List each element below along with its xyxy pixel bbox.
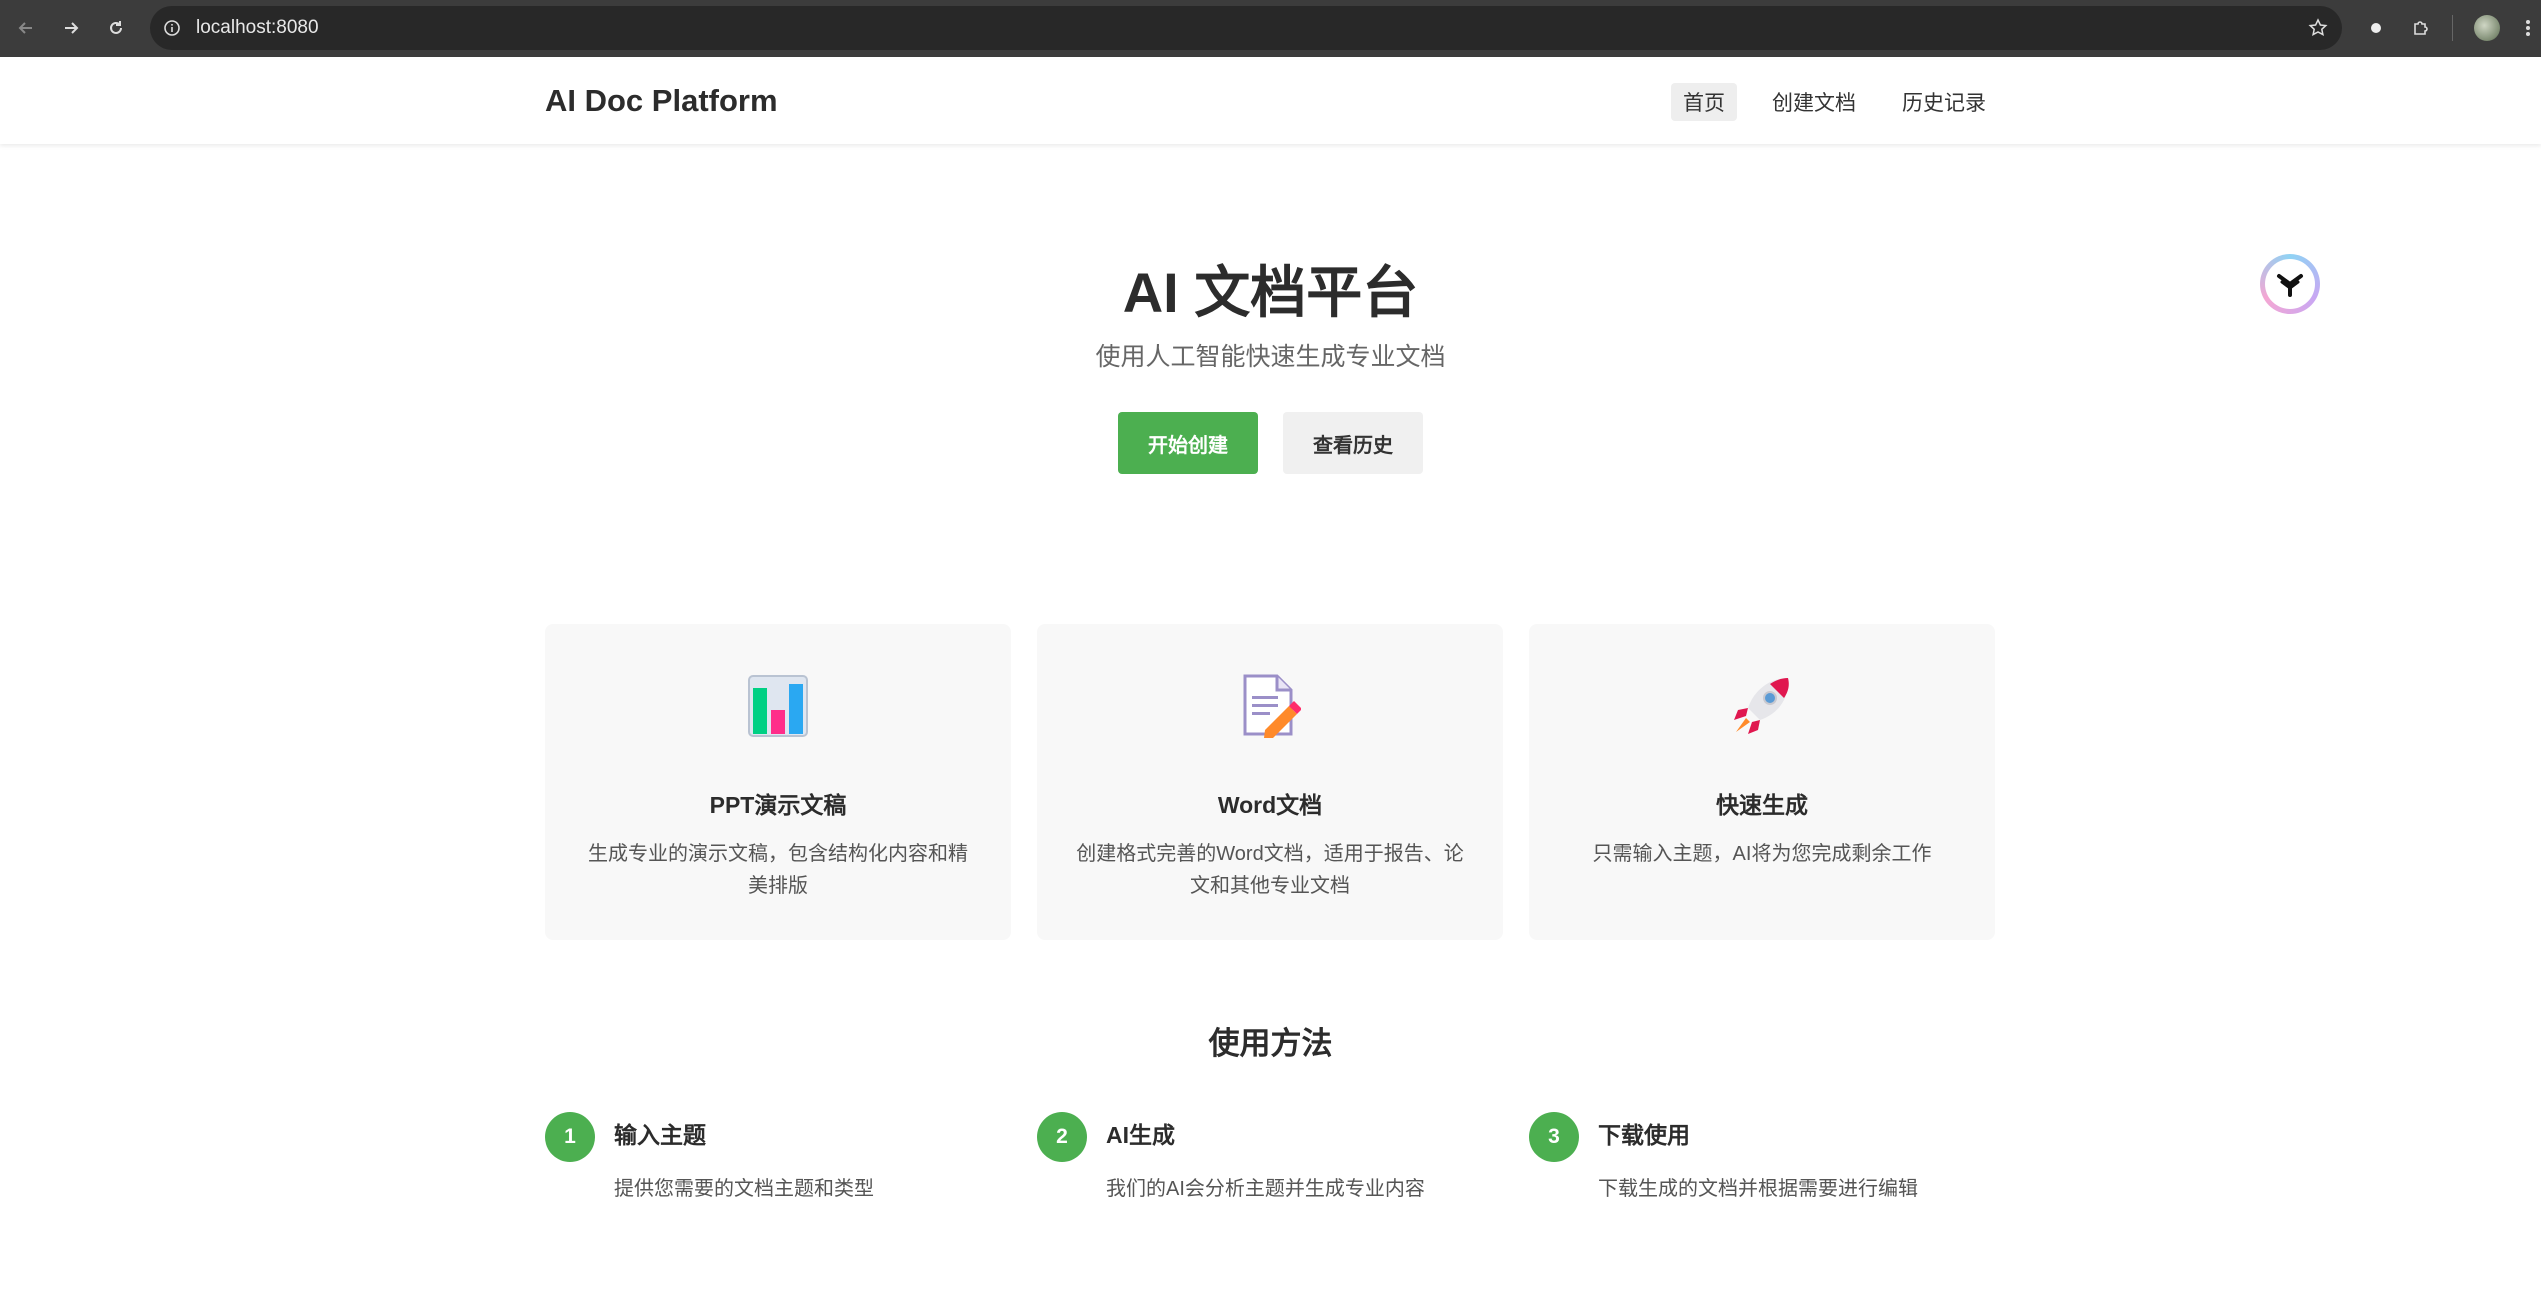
feature-desc: 生成专业的演示文稿，包含结构化内容和精美排版 bbox=[588, 843, 968, 897]
document-pencil-icon bbox=[1037, 674, 1503, 744]
hero-title: AI 文档平台 bbox=[1122, 261, 1419, 324]
info-icon[interactable] bbox=[160, 16, 184, 40]
step-desc: 下载生成的文档并根据需要进行编辑 bbox=[1598, 1178, 1918, 1200]
star-icon[interactable] bbox=[2306, 16, 2330, 40]
extension-dot-icon[interactable] bbox=[2362, 14, 2390, 42]
step-number: 3 bbox=[1529, 1112, 1579, 1162]
nav-home[interactable]: 首页 bbox=[1671, 83, 1737, 121]
nav-create[interactable]: 创建文档 bbox=[1760, 83, 1868, 121]
nav-history[interactable]: 历史记录 bbox=[1890, 83, 1998, 121]
hero-subtitle: 使用人工智能快速生成专业文档 bbox=[1095, 343, 1446, 371]
step-title: 下载使用 bbox=[1598, 1122, 1690, 1148]
reload-icon[interactable] bbox=[102, 14, 130, 42]
feature-desc: 只需输入主题，AI将为您完成剩余工作 bbox=[1592, 843, 1932, 865]
step-title: 输入主题 bbox=[614, 1122, 706, 1148]
step-desc: 我们的AI会分析主题并生成专业内容 bbox=[1106, 1178, 1425, 1200]
site-header: AI Doc Platform 首页 创建文档 历史记录 bbox=[0, 57, 2541, 144]
feature-title: 快速生成 bbox=[1716, 792, 1808, 818]
feature-card-ppt: PPT演示文稿 生成专业的演示文稿，包含结构化内容和精美排版 bbox=[545, 624, 1011, 940]
step-desc: 提供您需要的文档主题和类型 bbox=[614, 1178, 874, 1200]
howto-title: 使用方法 bbox=[1208, 1026, 1333, 1061]
menu-icon[interactable] bbox=[2518, 14, 2538, 42]
toolbar-separator bbox=[2452, 15, 2453, 41]
back-icon[interactable] bbox=[12, 14, 40, 42]
puzzle-icon[interactable] bbox=[2407, 14, 2435, 42]
url-text[interactable]: localhost:8080 bbox=[196, 17, 319, 39]
rocket-icon bbox=[1529, 674, 1995, 744]
address-bar[interactable]: localhost:8080 bbox=[150, 6, 2342, 50]
assistant-badge-icon[interactable] bbox=[2260, 254, 2320, 314]
start-create-button[interactable]: 开始创建 bbox=[1118, 412, 1258, 474]
profile-avatar[interactable] bbox=[2474, 15, 2500, 41]
feature-title: Word文档 bbox=[1217, 792, 1323, 818]
feature-desc: 创建格式完善的Word文档，适用于报告、论文和其他专业文档 bbox=[1076, 843, 1464, 897]
step-number: 1 bbox=[545, 1112, 595, 1162]
brand-logo[interactable]: AI Doc Platform bbox=[545, 83, 778, 119]
feature-card-word: Word文档 创建格式完善的Word文档，适用于报告、论文和其他专业文档 bbox=[1037, 624, 1503, 940]
bar-chart-icon bbox=[545, 674, 1011, 744]
step-title: AI生成 bbox=[1106, 1122, 1175, 1148]
step-number: 2 bbox=[1037, 1112, 1087, 1162]
browser-toolbar: localhost:8080 bbox=[0, 0, 2541, 57]
view-history-button[interactable]: 查看历史 bbox=[1283, 412, 1423, 474]
forward-icon[interactable] bbox=[57, 14, 85, 42]
feature-card-fast: 快速生成 只需输入主题，AI将为您完成剩余工作 bbox=[1529, 624, 1995, 940]
feature-title: PPT演示文稿 bbox=[709, 792, 847, 818]
